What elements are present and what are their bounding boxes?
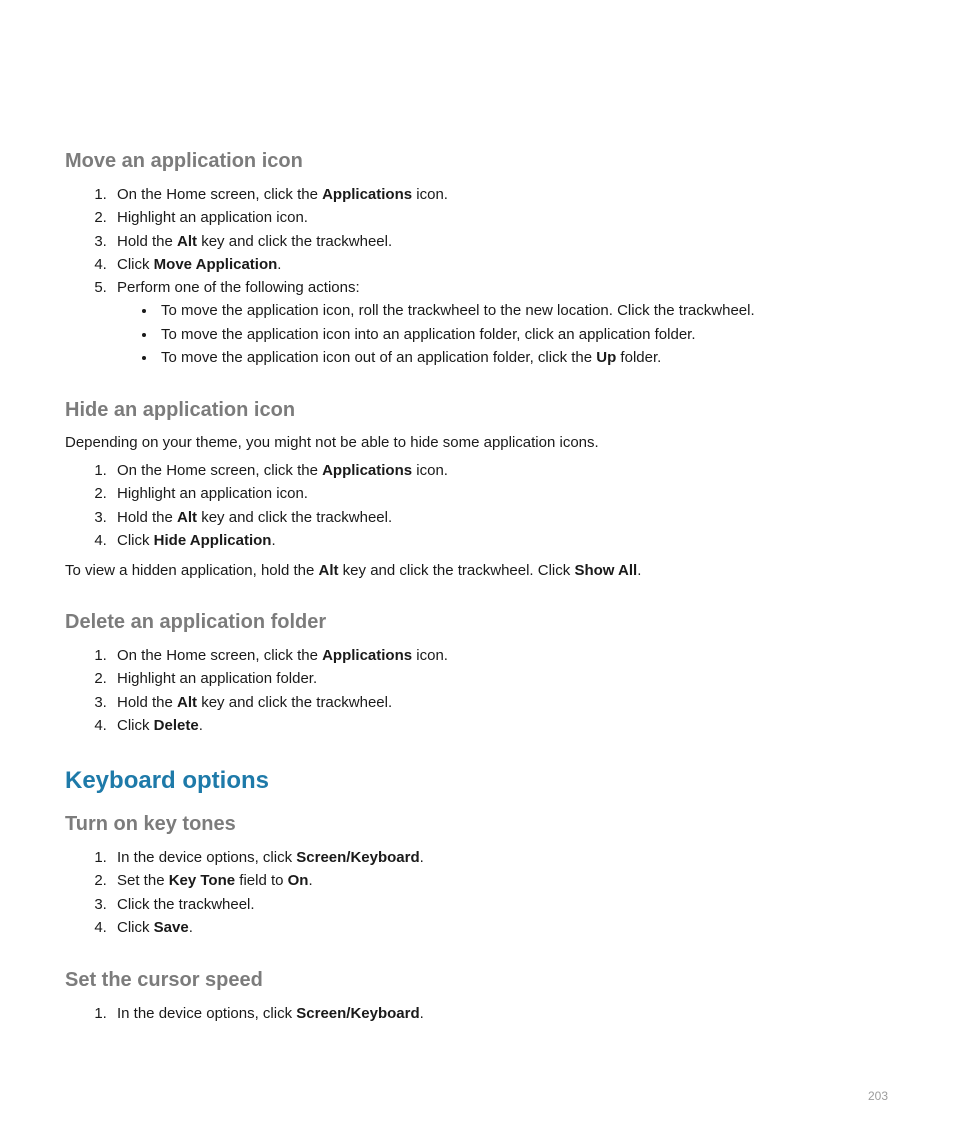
bold-text: Applications xyxy=(322,647,412,664)
list-item: Highlight an application icon. xyxy=(111,482,889,505)
ordered-list: On the Home screen, click the Applicatio… xyxy=(65,459,889,552)
bold-text: Alt xyxy=(319,562,339,579)
bold-text: Up xyxy=(596,349,616,366)
bold-text: Key Tone xyxy=(169,872,235,889)
ordered-list: On the Home screen, click the Applicatio… xyxy=(65,644,889,737)
text: In the device options, click xyxy=(117,1005,296,1022)
text: Hold the xyxy=(117,694,177,711)
text: folder. xyxy=(616,349,661,366)
text: . xyxy=(189,919,193,936)
page-number: 203 xyxy=(868,1089,888,1103)
text: On the Home screen, click the xyxy=(117,647,322,664)
text: Click xyxy=(117,256,154,273)
text: . xyxy=(271,532,275,549)
list-item: Hold the Alt key and click the trackwhee… xyxy=(111,506,889,529)
bold-text: Applications xyxy=(322,186,412,203)
text: Click xyxy=(117,717,154,734)
section-heading: Delete an application folder xyxy=(65,611,889,634)
text: . xyxy=(420,849,424,866)
outro-paragraph: To view a hidden application, hold the A… xyxy=(65,560,889,581)
text: Hold the xyxy=(117,509,177,526)
list-item: Click Save. xyxy=(111,916,889,939)
list-item: Highlight an application icon. xyxy=(111,206,889,229)
section-delete-application-folder: Delete an application folder On the Home… xyxy=(65,611,889,737)
bold-text: Alt xyxy=(177,509,197,526)
text: On the Home screen, click the xyxy=(117,186,322,203)
list-item: Set the Key Tone field to On. xyxy=(111,869,889,892)
text: Set the xyxy=(117,872,169,889)
list-item: To move the application icon, roll the t… xyxy=(157,299,889,322)
text: field to xyxy=(235,872,288,889)
list-item: To move the application icon into an app… xyxy=(157,323,889,346)
list-item: Hold the Alt key and click the trackwhee… xyxy=(111,230,889,253)
bold-text: Alt xyxy=(177,233,197,250)
section-heading: Turn on key tones xyxy=(65,813,889,836)
list-item: Click the trackwheel. xyxy=(111,893,889,916)
section-heading: Move an application icon xyxy=(65,150,889,173)
text: . xyxy=(199,717,203,734)
text: key and click the trackwheel. Click xyxy=(339,562,575,579)
text: To move the application icon out of an a… xyxy=(161,349,596,366)
section-heading: Set the cursor speed xyxy=(65,969,889,992)
text: To view a hidden application, hold the xyxy=(65,562,319,579)
text: icon. xyxy=(412,186,448,203)
intro-paragraph: Depending on your theme, you might not b… xyxy=(65,432,889,453)
text: icon. xyxy=(412,647,448,664)
list-item: To move the application icon out of an a… xyxy=(157,346,889,369)
sub-list: To move the application icon, roll the t… xyxy=(117,299,889,369)
page-content: Move an application icon On the Home scr… xyxy=(65,150,889,1055)
bold-text: Hide Application xyxy=(154,532,272,549)
section-set-cursor-speed: Set the cursor speed In the device optio… xyxy=(65,969,889,1025)
bold-text: Save xyxy=(154,919,189,936)
bold-text: Screen/Keyboard xyxy=(296,849,419,866)
text: Hold the xyxy=(117,233,177,250)
bold-text: Move Application xyxy=(154,256,278,273)
section-hide-application-icon: Hide an application icon Depending on yo… xyxy=(65,399,889,581)
section-turn-on-key-tones: Turn on key tones In the device options,… xyxy=(65,813,889,939)
list-item: In the device options, click Screen/Keyb… xyxy=(111,846,889,869)
section-move-application-icon: Move an application icon On the Home scr… xyxy=(65,150,889,369)
section-heading: Hide an application icon xyxy=(65,399,889,422)
list-item: Perform one of the following actions: To… xyxy=(111,276,889,369)
bold-text: Screen/Keyboard xyxy=(296,1005,419,1022)
text: . xyxy=(308,872,312,889)
text: key and click the trackwheel. xyxy=(197,509,392,526)
text: Click xyxy=(117,532,154,549)
text: key and click the trackwheel. xyxy=(197,233,392,250)
ordered-list: On the Home screen, click the Applicatio… xyxy=(65,183,889,369)
list-item: Click Hide Application. xyxy=(111,529,889,552)
bold-text: Alt xyxy=(177,694,197,711)
text: Perform one of the following actions: xyxy=(117,279,360,296)
bold-text: Show All xyxy=(574,562,637,579)
list-item: Highlight an application folder. xyxy=(111,667,889,690)
text: icon. xyxy=(412,462,448,479)
ordered-list: In the device options, click Screen/Keyb… xyxy=(65,846,889,939)
bold-text: Applications xyxy=(322,462,412,479)
bold-text: On xyxy=(288,872,309,889)
ordered-list: In the device options, click Screen/Keyb… xyxy=(65,1002,889,1025)
text: Click xyxy=(117,919,154,936)
bold-text: Delete xyxy=(154,717,199,734)
text: . xyxy=(420,1005,424,1022)
list-item: On the Home screen, click the Applicatio… xyxy=(111,183,889,206)
list-item: Click Delete. xyxy=(111,714,889,737)
text: . xyxy=(277,256,281,273)
text: key and click the trackwheel. xyxy=(197,694,392,711)
list-item: On the Home screen, click the Applicatio… xyxy=(111,644,889,667)
main-heading-keyboard-options: Keyboard options xyxy=(65,767,889,795)
text: On the Home screen, click the xyxy=(117,462,322,479)
list-item: Click Move Application. xyxy=(111,253,889,276)
list-item: On the Home screen, click the Applicatio… xyxy=(111,459,889,482)
text: In the device options, click xyxy=(117,849,296,866)
list-item: Hold the Alt key and click the trackwhee… xyxy=(111,691,889,714)
list-item: In the device options, click Screen/Keyb… xyxy=(111,1002,889,1025)
text: . xyxy=(637,562,641,579)
